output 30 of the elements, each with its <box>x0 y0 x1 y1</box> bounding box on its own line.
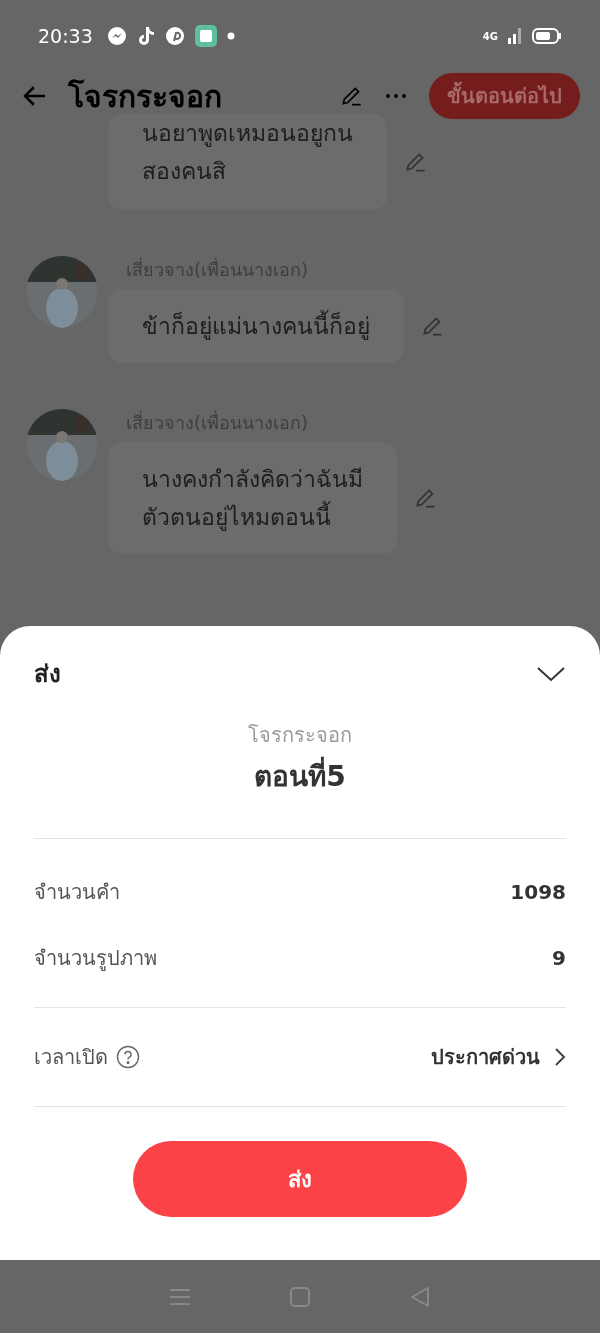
next-step-button[interactable]: ขั้นตอนต่อไป <box>429 73 580 119</box>
status-time: 20:33 <box>38 23 93 49</box>
music-note-icon <box>136 26 155 46</box>
menu-icon[interactable] <box>169 1286 191 1307</box>
sheet-title: ส่ง <box>34 659 61 690</box>
message-bubble: นอยาพูดเหมอนอยูกน สองคนสิ <box>108 114 387 210</box>
signal-icon <box>508 28 522 44</box>
stat-label: จำนวนคำ <box>34 879 120 906</box>
send-button[interactable]: ส่ง <box>133 1141 467 1217</box>
help-icon[interactable] <box>116 1045 140 1069</box>
stat-label: จำนวนรูปภาพ <box>34 945 157 973</box>
episode-title: ตอนที่5 <box>254 756 346 798</box>
battery-icon <box>532 28 562 44</box>
chevron-right-icon <box>554 1047 566 1067</box>
back-icon[interactable] <box>409 1285 431 1308</box>
stat-value: 1098 <box>510 879 566 906</box>
messenger-icon <box>106 26 127 46</box>
message-bubble: ข้าก็อยู่แม่นางคนนี้ก็อยู่ <box>108 289 404 363</box>
message-bubble: นางคงกำลังคิดว่าฉันมี ตัวตนอยู่ไหมตอนนี้ <box>108 442 397 554</box>
network-label: 4G <box>482 29 498 44</box>
open-time-label: เวลาเปิด <box>34 1044 108 1071</box>
stat-value: 9 <box>552 945 566 972</box>
app-icon <box>194 25 217 47</box>
story-title: โจรกระจอก <box>68 77 222 116</box>
story-name: โจรกระจอก <box>248 722 352 749</box>
collapse-chevron-icon[interactable] <box>536 664 566 684</box>
open-time-selector[interactable]: ประกาศด่วน <box>431 1042 566 1072</box>
home-icon[interactable] <box>289 1285 311 1308</box>
dot-icon <box>226 32 235 40</box>
pin-icon <box>164 26 185 46</box>
